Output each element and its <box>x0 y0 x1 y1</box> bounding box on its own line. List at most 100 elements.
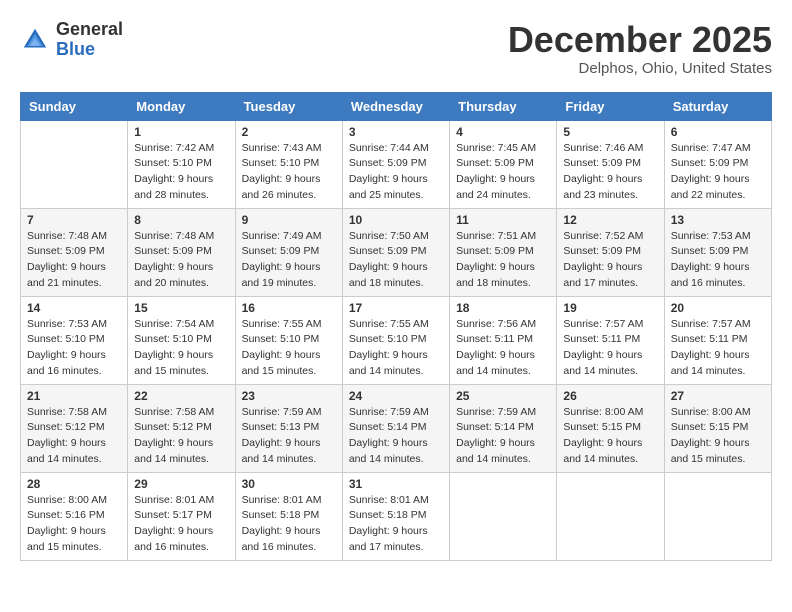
daylight-text: Daylight: 9 hours and 14 minutes. <box>349 436 443 468</box>
day-number: 14 <box>27 301 121 315</box>
sunrise-text: Sunrise: 7:48 AM <box>134 229 228 245</box>
sunrise-text: Sunrise: 8:00 AM <box>671 405 765 421</box>
calendar-day-cell: 4 Sunrise: 7:45 AM Sunset: 5:09 PM Dayli… <box>450 120 557 208</box>
calendar-day-cell: 2 Sunrise: 7:43 AM Sunset: 5:10 PM Dayli… <box>235 120 342 208</box>
sunset-text: Sunset: 5:10 PM <box>134 156 228 172</box>
sunrise-text: Sunrise: 7:46 AM <box>563 141 657 157</box>
day-info: Sunrise: 7:42 AM Sunset: 5:10 PM Dayligh… <box>134 141 228 204</box>
day-info: Sunrise: 7:57 AM Sunset: 5:11 PM Dayligh… <box>671 317 765 380</box>
calendar-day-cell: 23 Sunrise: 7:59 AM Sunset: 5:13 PM Dayl… <box>235 384 342 472</box>
sunrise-text: Sunrise: 7:57 AM <box>563 317 657 333</box>
sunset-text: Sunset: 5:13 PM <box>242 420 336 436</box>
calendar-day-cell: 16 Sunrise: 7:55 AM Sunset: 5:10 PM Dayl… <box>235 296 342 384</box>
day-info: Sunrise: 7:55 AM Sunset: 5:10 PM Dayligh… <box>242 317 336 380</box>
day-info: Sunrise: 7:56 AM Sunset: 5:11 PM Dayligh… <box>456 317 550 380</box>
sunrise-text: Sunrise: 7:54 AM <box>134 317 228 333</box>
sunrise-text: Sunrise: 7:55 AM <box>242 317 336 333</box>
daylight-text: Daylight: 9 hours and 16 minutes. <box>671 260 765 292</box>
calendar-day-cell: 29 Sunrise: 8:01 AM Sunset: 5:17 PM Dayl… <box>128 472 235 560</box>
sunrise-text: Sunrise: 7:56 AM <box>456 317 550 333</box>
sunrise-text: Sunrise: 7:45 AM <box>456 141 550 157</box>
logo-blue: Blue <box>56 40 123 60</box>
day-info: Sunrise: 7:53 AM Sunset: 5:10 PM Dayligh… <box>27 317 121 380</box>
logo-icon <box>20 25 50 55</box>
day-of-week-header: Friday <box>557 92 664 120</box>
sunset-text: Sunset: 5:14 PM <box>456 420 550 436</box>
calendar-day-cell: 31 Sunrise: 8:01 AM Sunset: 5:18 PM Dayl… <box>342 472 449 560</box>
title-block: December 2025 Delphos, Ohio, United Stat… <box>508 20 772 77</box>
calendar-day-cell: 20 Sunrise: 7:57 AM Sunset: 5:11 PM Dayl… <box>664 296 771 384</box>
calendar-day-cell: 24 Sunrise: 7:59 AM Sunset: 5:14 PM Dayl… <box>342 384 449 472</box>
day-number: 20 <box>671 301 765 315</box>
sunrise-text: Sunrise: 7:59 AM <box>349 405 443 421</box>
sunset-text: Sunset: 5:09 PM <box>456 156 550 172</box>
sunrise-text: Sunrise: 7:50 AM <box>349 229 443 245</box>
sunset-text: Sunset: 5:09 PM <box>563 156 657 172</box>
day-of-week-header: Saturday <box>664 92 771 120</box>
calendar-week-row: 14 Sunrise: 7:53 AM Sunset: 5:10 PM Dayl… <box>21 296 772 384</box>
calendar-day-cell: 9 Sunrise: 7:49 AM Sunset: 5:09 PM Dayli… <box>235 208 342 296</box>
day-of-week-header: Tuesday <box>235 92 342 120</box>
logo-general: General <box>56 20 123 40</box>
sunset-text: Sunset: 5:10 PM <box>242 156 336 172</box>
sunrise-text: Sunrise: 8:01 AM <box>134 493 228 509</box>
day-number: 19 <box>563 301 657 315</box>
day-info: Sunrise: 7:52 AM Sunset: 5:09 PM Dayligh… <box>563 229 657 292</box>
sunrise-text: Sunrise: 7:48 AM <box>27 229 121 245</box>
calendar-day-cell: 15 Sunrise: 7:54 AM Sunset: 5:10 PM Dayl… <box>128 296 235 384</box>
sunrise-text: Sunrise: 7:59 AM <box>456 405 550 421</box>
day-info: Sunrise: 7:47 AM Sunset: 5:09 PM Dayligh… <box>671 141 765 204</box>
calendar-day-cell: 13 Sunrise: 7:53 AM Sunset: 5:09 PM Dayl… <box>664 208 771 296</box>
sunrise-text: Sunrise: 8:01 AM <box>349 493 443 509</box>
sunset-text: Sunset: 5:09 PM <box>134 244 228 260</box>
page-header: General Blue December 2025 Delphos, Ohio… <box>20 20 772 77</box>
sunrise-text: Sunrise: 7:47 AM <box>671 141 765 157</box>
calendar-day-cell: 19 Sunrise: 7:57 AM Sunset: 5:11 PM Dayl… <box>557 296 664 384</box>
sunset-text: Sunset: 5:09 PM <box>242 244 336 260</box>
calendar-day-cell: 12 Sunrise: 7:52 AM Sunset: 5:09 PM Dayl… <box>557 208 664 296</box>
daylight-text: Daylight: 9 hours and 14 minutes. <box>456 348 550 380</box>
day-info: Sunrise: 7:45 AM Sunset: 5:09 PM Dayligh… <box>456 141 550 204</box>
sunset-text: Sunset: 5:09 PM <box>27 244 121 260</box>
daylight-text: Daylight: 9 hours and 26 minutes. <box>242 172 336 204</box>
day-number: 2 <box>242 125 336 139</box>
day-info: Sunrise: 7:48 AM Sunset: 5:09 PM Dayligh… <box>134 229 228 292</box>
sunrise-text: Sunrise: 7:58 AM <box>27 405 121 421</box>
daylight-text: Daylight: 9 hours and 14 minutes. <box>563 348 657 380</box>
day-of-week-header: Thursday <box>450 92 557 120</box>
daylight-text: Daylight: 9 hours and 14 minutes. <box>242 436 336 468</box>
calendar-week-row: 28 Sunrise: 8:00 AM Sunset: 5:16 PM Dayl… <box>21 472 772 560</box>
sunrise-text: Sunrise: 8:01 AM <box>242 493 336 509</box>
day-number: 11 <box>456 213 550 227</box>
calendar-day-cell: 25 Sunrise: 7:59 AM Sunset: 5:14 PM Dayl… <box>450 384 557 472</box>
calendar-header-row: SundayMondayTuesdayWednesdayThursdayFrid… <box>21 92 772 120</box>
day-number: 29 <box>134 477 228 491</box>
calendar-day-cell: 1 Sunrise: 7:42 AM Sunset: 5:10 PM Dayli… <box>128 120 235 208</box>
sunset-text: Sunset: 5:18 PM <box>349 508 443 524</box>
day-of-week-header: Wednesday <box>342 92 449 120</box>
daylight-text: Daylight: 9 hours and 15 minutes. <box>27 524 121 556</box>
day-number: 10 <box>349 213 443 227</box>
daylight-text: Daylight: 9 hours and 16 minutes. <box>134 524 228 556</box>
day-number: 3 <box>349 125 443 139</box>
calendar-day-cell: 7 Sunrise: 7:48 AM Sunset: 5:09 PM Dayli… <box>21 208 128 296</box>
calendar-day-cell: 14 Sunrise: 7:53 AM Sunset: 5:10 PM Dayl… <box>21 296 128 384</box>
daylight-text: Daylight: 9 hours and 14 minutes. <box>456 436 550 468</box>
calendar-day-cell: 21 Sunrise: 7:58 AM Sunset: 5:12 PM Dayl… <box>21 384 128 472</box>
daylight-text: Daylight: 9 hours and 14 minutes. <box>134 436 228 468</box>
sunset-text: Sunset: 5:10 PM <box>27 332 121 348</box>
sunrise-text: Sunrise: 7:55 AM <box>349 317 443 333</box>
daylight-text: Daylight: 9 hours and 20 minutes. <box>134 260 228 292</box>
sunset-text: Sunset: 5:09 PM <box>349 244 443 260</box>
logo: General Blue <box>20 20 123 60</box>
calendar-week-row: 21 Sunrise: 7:58 AM Sunset: 5:12 PM Dayl… <box>21 384 772 472</box>
calendar-day-cell: 27 Sunrise: 8:00 AM Sunset: 5:15 PM Dayl… <box>664 384 771 472</box>
daylight-text: Daylight: 9 hours and 22 minutes. <box>671 172 765 204</box>
sunrise-text: Sunrise: 7:53 AM <box>671 229 765 245</box>
location: Delphos, Ohio, United States <box>508 60 772 77</box>
day-info: Sunrise: 7:49 AM Sunset: 5:09 PM Dayligh… <box>242 229 336 292</box>
daylight-text: Daylight: 9 hours and 15 minutes. <box>134 348 228 380</box>
calendar-day-cell <box>21 120 128 208</box>
day-number: 7 <box>27 213 121 227</box>
calendar-week-row: 7 Sunrise: 7:48 AM Sunset: 5:09 PM Dayli… <box>21 208 772 296</box>
